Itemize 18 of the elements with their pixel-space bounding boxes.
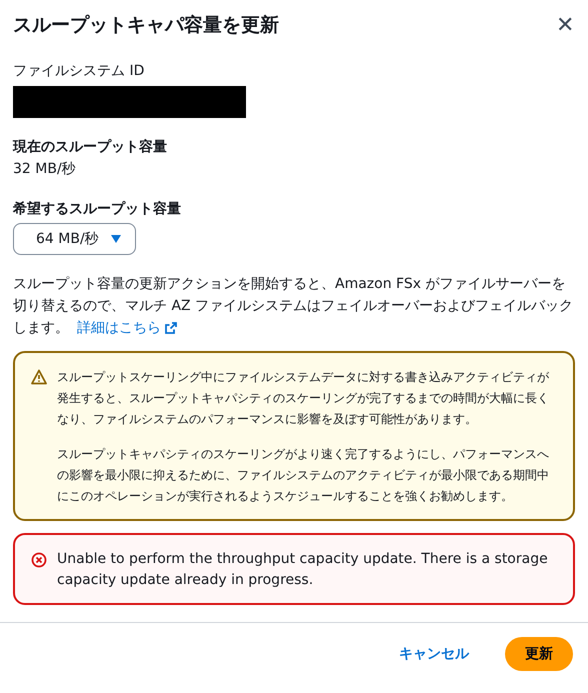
alert-text: スループットキャパシティのスケーリングがより速く完了するようにし、パフォーマンスへの影響を最小限に抑えるために、ファイルシステムのアクティビティが最小限である期間中にこのオペレーションが実行されるようスケジュールすることを強くお勧めします。 (57, 446, 550, 505)
field-label: ファイルシステム ID (13, 62, 146, 81)
update-button[interactable]: 更新 (505, 637, 573, 671)
field-value: 32 MB/秒 (13, 160, 77, 179)
error-icon (31, 552, 47, 568)
field-label: 現在のスループット容量 (13, 138, 168, 157)
throughput-select[interactable]: 64 MB/秒 (13, 223, 136, 255)
warning-icon (31, 369, 47, 385)
caret-icon (110, 235, 121, 243)
close-button[interactable]: ✕ (556, 14, 574, 36)
alert-text: Unable to perform the throughput capacity update. There is a storage capacity update already in progress. (57, 550, 549, 590)
cancel-button[interactable]: キャンセル (379, 637, 489, 671)
modal-title: スループットキャパ容量を更新 (13, 13, 279, 38)
external-link-icon (165, 322, 177, 334)
alert-text: スループットスケーリング中にファイルシステムデータに対する書き込みアクティビティが発生すると、スループットキャパシティのスケーリングが完了するまでの時間が大幅に長くなり、ファイルシステムのパフォーマンスに影響を及ぼす可能性があります。 (57, 369, 550, 428)
notice-text: スループット容量の更新アクションを開始すると、Amazon FSx がファイルサーバーを切り替えるので、マルチ AZ ファイルシステムはフェイルオーバーおよびフェイルバックします。 詳細はこちら (13, 273, 575, 339)
field-label: 希望するスループット容量 (13, 200, 182, 219)
learn-more-link[interactable]: 詳細はこちら (77, 317, 177, 339)
